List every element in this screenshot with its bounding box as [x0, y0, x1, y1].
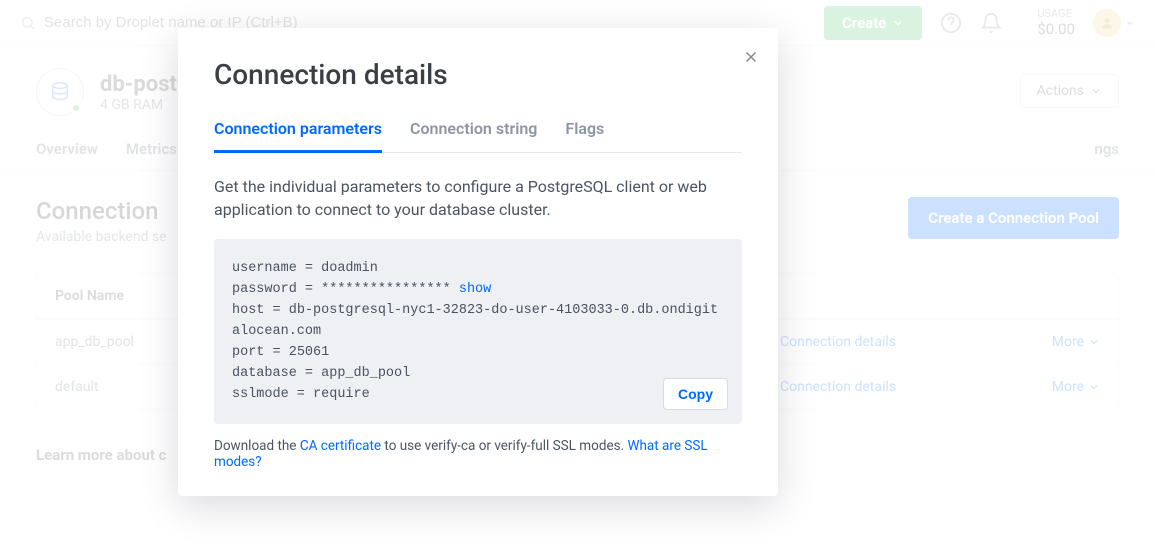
- tab-flags[interactable]: Flags: [565, 119, 604, 152]
- modal-footer: Download the CA certificate to use verif…: [214, 438, 742, 470]
- param-port: port = 25061: [232, 343, 724, 364]
- modal-tabs: Connection parameters Connection string …: [214, 119, 742, 153]
- close-icon: [742, 48, 760, 66]
- footer-mid: to use verify-ca or verify-full SSL mode…: [381, 438, 627, 454]
- param-username: username = doadmin: [232, 259, 724, 280]
- close-button[interactable]: [742, 46, 760, 72]
- show-password-link[interactable]: show: [459, 282, 491, 297]
- ca-certificate-link[interactable]: CA certificate: [300, 438, 381, 454]
- param-host: host = db-postgresql-nyc1-32823-do-user-…: [232, 301, 724, 343]
- modal-title: Connection details: [214, 58, 742, 91]
- param-password: password = **************** show: [232, 280, 724, 301]
- param-database: database = app_db_pool: [232, 364, 724, 385]
- param-port-value: 25061: [289, 345, 330, 360]
- connection-parameters-block: username = doadmin password = **********…: [214, 239, 742, 423]
- tab-connection-string[interactable]: Connection string: [410, 119, 537, 152]
- connection-details-modal: Connection details Connection parameters…: [178, 28, 778, 496]
- param-host-value: db-postgresql-nyc1-32823-do-user-4103033…: [232, 303, 718, 339]
- param-username-value: doadmin: [321, 261, 378, 276]
- param-password-value: ****************: [321, 282, 451, 297]
- copy-button[interactable]: Copy: [663, 378, 728, 410]
- param-sslmode-value: require: [313, 387, 370, 402]
- tab-connection-parameters[interactable]: Connection parameters: [214, 119, 382, 153]
- footer-prefix: Download the: [214, 438, 300, 454]
- param-sslmode: sslmode = require: [232, 385, 724, 406]
- param-database-value: app_db_pool: [321, 366, 410, 381]
- modal-description: Get the individual parameters to configu…: [214, 175, 742, 221]
